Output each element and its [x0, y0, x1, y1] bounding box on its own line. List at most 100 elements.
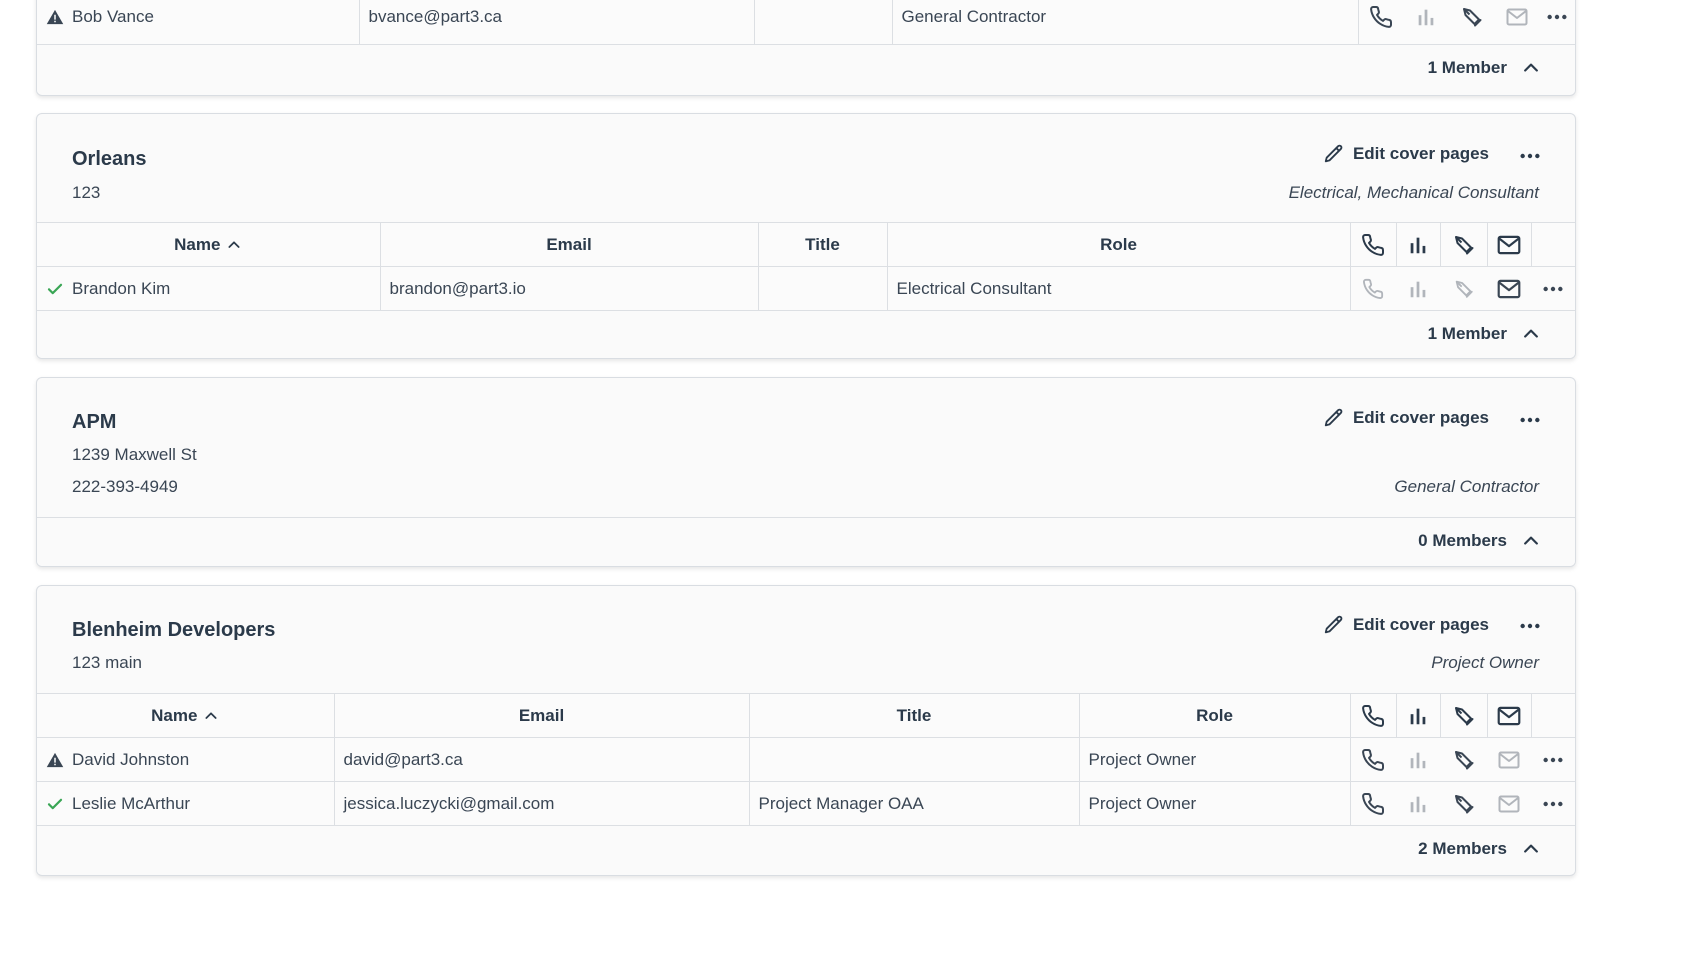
- mail-icon: [1497, 748, 1521, 772]
- members-collapse-button[interactable]: 1 Member: [1428, 58, 1541, 78]
- phone-icon: [1361, 233, 1385, 257]
- member-role: Project Owner: [1079, 781, 1351, 825]
- phone-column-header[interactable]: [1350, 222, 1397, 267]
- distribution-column-header[interactable]: [1396, 222, 1441, 267]
- member-role: Electrical Consultant: [887, 266, 1351, 310]
- edit-cover-pages-label: Edit cover pages: [1352, 144, 1489, 163]
- table-row: Leslie McArthur jessica.luczycki@gmail.c…: [37, 781, 1575, 825]
- pen-nib-icon: [1452, 704, 1476, 728]
- table-row: Bob Vance bvance@part3.ca General Contra…: [37, 0, 1575, 44]
- card-footer: 2 Members: [37, 825, 1575, 874]
- members-collapse-button[interactable]: 1 Member: [1428, 324, 1541, 344]
- pen-nib-icon: [1460, 5, 1484, 29]
- distribution-toggle[interactable]: [1404, 0, 1448, 44]
- more-dots-icon: [1519, 409, 1541, 431]
- pen-nib-icon: [1453, 278, 1475, 300]
- mail-toggle[interactable]: [1487, 266, 1531, 310]
- member-name: Leslie McArthur: [72, 793, 191, 813]
- members-table: Name Email Title Role Brandon Kim brando…: [37, 222, 1575, 310]
- bar-chart-icon: [1415, 6, 1437, 28]
- pen-nib-icon: [1452, 792, 1476, 816]
- row-menu-button[interactable]: [1531, 781, 1575, 825]
- company-menu-button[interactable]: [1519, 145, 1541, 167]
- edit-cover-pages-button[interactable]: Edit cover pages: [1323, 143, 1489, 165]
- distribution-toggle[interactable]: [1396, 781, 1440, 825]
- bar-chart-icon: [1407, 234, 1429, 256]
- name-column-header[interactable]: Name: [37, 693, 335, 738]
- chevron-up-icon: [1521, 839, 1541, 859]
- member-email: david@part3.ca: [334, 737, 750, 782]
- member-role: General Contractor: [892, 0, 1359, 44]
- mail-toggle[interactable]: [1487, 737, 1531, 782]
- company-address: 1239 Maxwell St: [72, 445, 197, 464]
- company-role: Project Owner: [1431, 653, 1539, 672]
- members-collapse-button[interactable]: 2 Members: [1418, 839, 1541, 859]
- mail-toggle[interactable]: [1495, 0, 1539, 44]
- title-column-header: Title: [749, 693, 1080, 738]
- mail-icon: [1496, 703, 1522, 729]
- company-name: Orleans: [72, 148, 147, 170]
- distribution-toggle[interactable]: [1396, 266, 1440, 310]
- name-column-header[interactable]: Name: [37, 222, 381, 267]
- members-count: 1 Member: [1427, 58, 1507, 77]
- signature-toggle[interactable]: [1440, 266, 1487, 310]
- actions-column-header: [1531, 222, 1575, 267]
- mail-column-header[interactable]: [1487, 222, 1532, 267]
- phone-icon: [1361, 704, 1385, 728]
- signature-toggle[interactable]: [1440, 781, 1487, 825]
- mail-column-header[interactable]: [1487, 693, 1532, 738]
- phone-toggle[interactable]: [1350, 781, 1396, 825]
- members-table: Bob Vance bvance@part3.ca General Contra…: [37, 0, 1575, 44]
- member-role: Project Owner: [1079, 737, 1351, 782]
- more-dots-icon: [1519, 615, 1541, 637]
- card-header: Orleans 123 Edit cover pages Electrical,…: [37, 114, 1575, 222]
- phone-icon: [1361, 792, 1385, 816]
- row-menu-button[interactable]: [1531, 266, 1575, 310]
- role-column-header: Role: [887, 222, 1351, 267]
- mail-icon: [1497, 792, 1521, 816]
- distribution-toggle[interactable]: [1396, 737, 1440, 782]
- member-name-cell: David Johnston: [37, 737, 335, 782]
- phone-toggle[interactable]: [1358, 0, 1404, 44]
- phone-toggle[interactable]: [1350, 266, 1396, 310]
- check-icon: [46, 795, 64, 813]
- member-name: David Johnston: [72, 749, 190, 769]
- member-name: Bob Vance: [72, 6, 154, 26]
- member-title: [754, 0, 893, 44]
- mail-toggle[interactable]: [1487, 781, 1531, 825]
- more-dots-icon: [1542, 749, 1564, 771]
- edit-cover-pages-label: Edit cover pages: [1352, 615, 1489, 634]
- more-dots-icon: [1542, 793, 1564, 815]
- row-menu-button[interactable]: [1539, 0, 1575, 44]
- member-email: brandon@part3.io: [380, 266, 759, 310]
- signature-toggle[interactable]: [1448, 0, 1495, 44]
- phone-column-header[interactable]: [1350, 693, 1397, 738]
- company-menu-button[interactable]: [1519, 409, 1541, 431]
- table-header-row: Name Email Title Role: [37, 693, 1575, 738]
- edit-cover-pages-button[interactable]: Edit cover pages: [1323, 407, 1489, 429]
- distribution-column-header[interactable]: [1396, 693, 1441, 738]
- company-card-apm: APM 1239 Maxwell St 222-393-4949 Edit co…: [36, 377, 1576, 567]
- member-title: [758, 266, 888, 310]
- company-menu-button[interactable]: [1519, 615, 1541, 637]
- edit-cover-pages-button[interactable]: Edit cover pages: [1323, 614, 1489, 636]
- table-header-row: Name Email Title Role: [37, 222, 1575, 267]
- phone-icon: [1362, 278, 1384, 300]
- more-dots-icon: [1542, 278, 1564, 300]
- company-name: APM: [72, 411, 117, 433]
- member-name-cell: Brandon Kim: [37, 266, 381, 310]
- signature-toggle[interactable]: [1440, 737, 1487, 782]
- members-count: 1 Member: [1427, 324, 1507, 343]
- signature-column-header[interactable]: [1440, 693, 1488, 738]
- more-dots-icon: [1546, 6, 1568, 28]
- card-footer: 1 Member: [37, 310, 1575, 358]
- members-collapse-button[interactable]: 0 Members: [1418, 531, 1541, 551]
- phone-toggle[interactable]: [1350, 737, 1396, 782]
- check-icon: [46, 280, 64, 298]
- company-name: Blenheim Developers: [72, 619, 276, 641]
- signature-column-header[interactable]: [1440, 222, 1488, 267]
- mail-icon: [1496, 276, 1522, 302]
- table-row: David Johnston david@part3.ca Project Ow…: [37, 737, 1575, 782]
- row-menu-button[interactable]: [1531, 737, 1575, 782]
- edit-cover-pages-label: Edit cover pages: [1352, 408, 1489, 427]
